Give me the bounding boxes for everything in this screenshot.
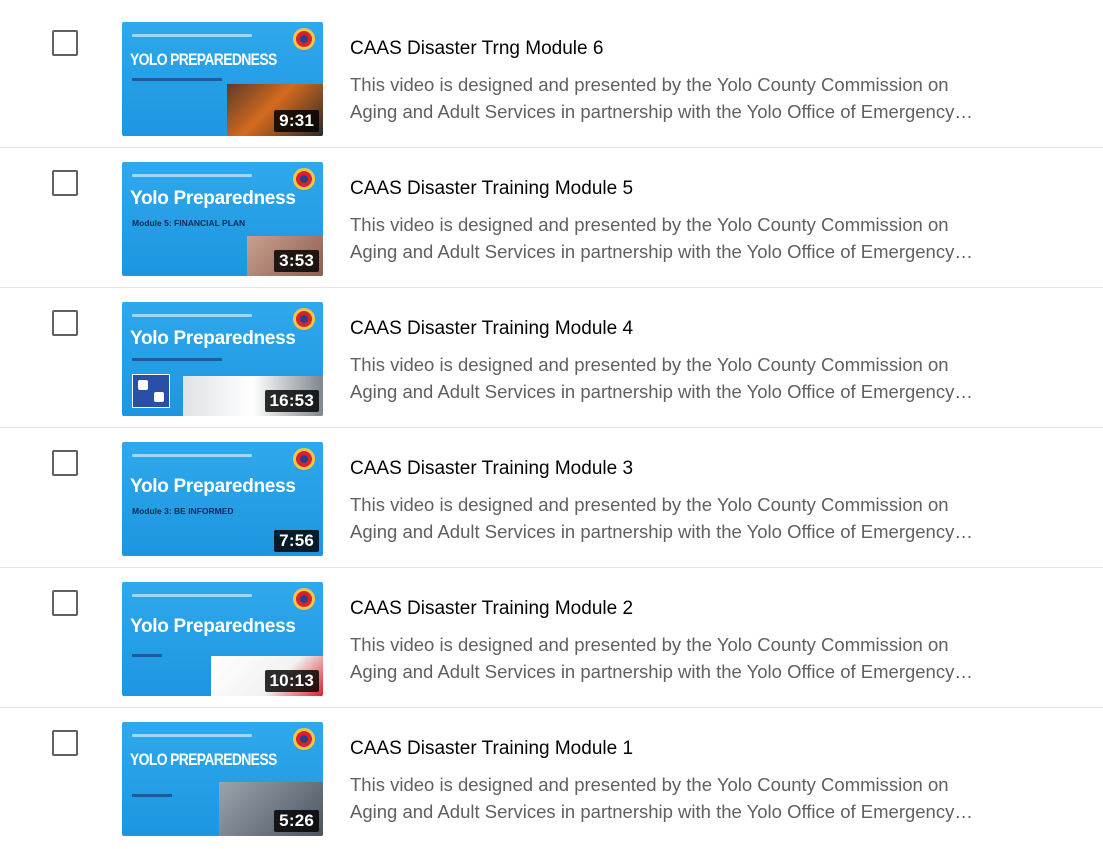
select-checkbox[interactable] — [52, 30, 78, 56]
accessibility-icon — [132, 374, 170, 408]
description-line: This video is designed and presented by … — [350, 634, 949, 655]
video-description: This video is designed and presented by … — [350, 491, 1050, 545]
duration-badge: 7:56 — [274, 530, 319, 552]
video-thumbnail[interactable]: Yolo Preparedness Module 5: FINANCIAL PL… — [122, 162, 323, 276]
description-line: This video is designed and presented by … — [350, 354, 949, 375]
thumbnail-header-text — [132, 174, 252, 177]
video-row: Yolo Preparedness Module 3: BE INFORMED … — [0, 428, 1103, 568]
video-description: This video is designed and presented by … — [350, 771, 1050, 825]
duration-badge: 9:31 — [274, 110, 319, 132]
description-line: This video is designed and presented by … — [350, 774, 949, 795]
description-line: Aging and Adult Services in partnership … — [350, 381, 973, 402]
select-checkbox[interactable] — [52, 170, 78, 196]
video-description: This video is designed and presented by … — [350, 631, 1050, 685]
video-thumbnail[interactable]: Yolo Preparedness 16:53 — [122, 302, 323, 416]
video-list: YOLO PREPAREDNESS 9:31 CAAS Disaster Trn… — [0, 8, 1103, 848]
county-seal-icon — [293, 168, 315, 190]
video-title[interactable]: CAAS Disaster Training Module 5 — [350, 178, 633, 200]
thumbnail-header-text — [132, 734, 252, 737]
duration-badge: 10:13 — [264, 670, 319, 692]
duration-badge: 5:26 — [274, 810, 319, 832]
description-line: Aging and Adult Services in partnership … — [350, 241, 973, 262]
video-row: Yolo Preparedness 16:53 CAAS Disaster Tr… — [0, 288, 1103, 428]
video-title[interactable]: CAAS Disaster Training Module 2 — [350, 598, 633, 620]
select-checkbox[interactable] — [52, 310, 78, 336]
county-seal-icon — [293, 588, 315, 610]
select-checkbox[interactable] — [52, 450, 78, 476]
thumbnail-subtitle — [132, 654, 162, 657]
description-line: Aging and Adult Services in partnership … — [350, 801, 973, 822]
thumbnail-header-text — [132, 454, 252, 457]
thumbnail-brand: Yolo Preparedness — [130, 188, 296, 209]
video-row: Yolo Preparedness Module 5: FINANCIAL PL… — [0, 148, 1103, 288]
description-line: This video is designed and presented by … — [350, 74, 949, 95]
video-title[interactable]: CAAS Disaster Training Module 3 — [350, 458, 633, 480]
county-seal-icon — [293, 728, 315, 750]
video-row: YOLO PREPAREDNESS 9:31 CAAS Disaster Trn… — [0, 8, 1103, 148]
thumbnail-brand: YOLO PREPAREDNESS — [130, 50, 277, 69]
thumbnail-header-text — [132, 594, 252, 597]
county-seal-icon — [293, 308, 315, 330]
video-thumbnail[interactable]: YOLO PREPAREDNESS 5:26 — [122, 722, 323, 836]
description-line: This video is designed and presented by … — [350, 494, 949, 515]
video-description: This video is designed and presented by … — [350, 211, 1050, 265]
select-checkbox[interactable] — [52, 590, 78, 616]
thumbnail-brand: YOLO PREPAREDNESS — [130, 750, 277, 769]
video-description: This video is designed and presented by … — [350, 351, 1050, 405]
video-title[interactable]: CAAS Disaster Training Module 4 — [350, 318, 633, 340]
video-row: YOLO PREPAREDNESS 5:26 CAAS Disaster Tra… — [0, 708, 1103, 848]
thumbnail-header-text — [132, 314, 252, 317]
county-seal-icon — [293, 28, 315, 50]
thumbnail-subtitle: Module 5: FINANCIAL PLAN — [132, 218, 246, 228]
thumbnail-brand: Yolo Preparedness — [130, 616, 296, 637]
description-line: Aging and Adult Services in partnership … — [350, 101, 973, 122]
thumbnail-subtitle — [132, 78, 222, 81]
duration-badge: 16:53 — [264, 390, 319, 412]
thumbnail-brand: Yolo Preparedness — [130, 328, 296, 349]
description-line: Aging and Adult Services in partnership … — [350, 521, 973, 542]
video-thumbnail[interactable]: Yolo Preparedness 10:13 — [122, 582, 323, 696]
video-thumbnail[interactable]: YOLO PREPAREDNESS 9:31 — [122, 22, 323, 136]
thumbnail-subtitle — [132, 358, 222, 361]
thumbnail-subtitle — [132, 794, 172, 797]
description-line: Aging and Adult Services in partnership … — [350, 661, 973, 682]
thumbnail-header-text — [132, 34, 252, 37]
thumbnail-subtitle: Module 3: BE INFORMED — [132, 506, 234, 516]
description-line: This video is designed and presented by … — [350, 214, 949, 235]
thumbnail-brand: Yolo Preparedness — [130, 476, 296, 497]
county-seal-icon — [293, 448, 315, 470]
video-row: Yolo Preparedness 10:13 CAAS Disaster Tr… — [0, 568, 1103, 708]
video-thumbnail[interactable]: Yolo Preparedness Module 3: BE INFORMED … — [122, 442, 323, 556]
video-title[interactable]: CAAS Disaster Training Module 1 — [350, 738, 633, 760]
video-description: This video is designed and presented by … — [350, 71, 1050, 125]
video-title[interactable]: CAAS Disaster Trng Module 6 — [350, 38, 603, 60]
duration-badge: 3:53 — [274, 250, 319, 272]
select-checkbox[interactable] — [52, 730, 78, 756]
